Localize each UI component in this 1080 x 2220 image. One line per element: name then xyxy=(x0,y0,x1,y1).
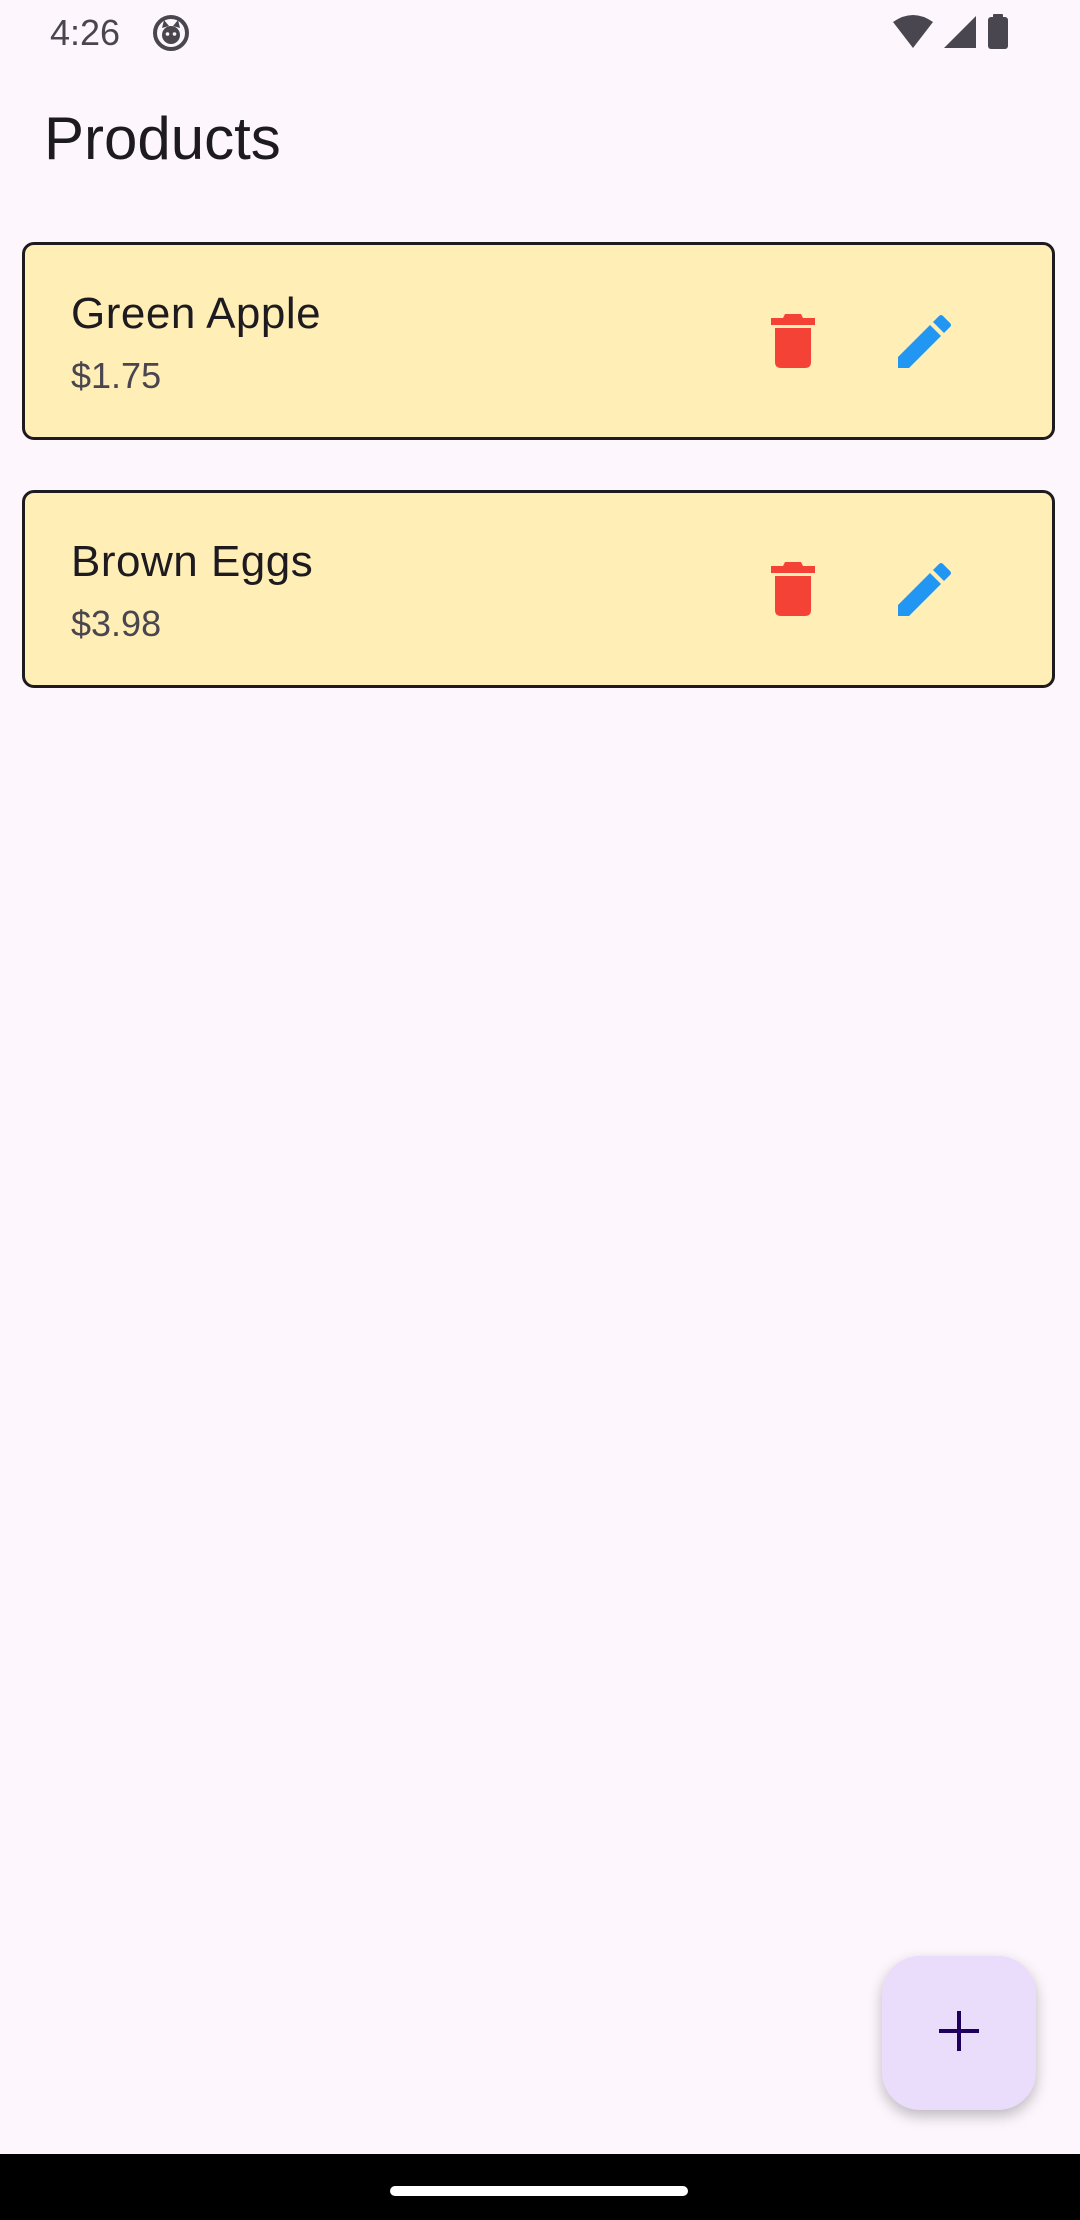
delete-button[interactable] xyxy=(745,543,841,639)
product-name: Brown Eggs xyxy=(71,537,314,586)
notification-app-icon xyxy=(152,14,190,52)
edit-button[interactable] xyxy=(877,295,973,391)
pencil-icon xyxy=(898,562,952,621)
product-name: Green Apple xyxy=(71,289,322,338)
status-time: 4:26 xyxy=(50,12,121,53)
trash-icon xyxy=(770,561,816,621)
status-bar: 4:26 xyxy=(0,0,1080,66)
battery-icon xyxy=(986,14,1010,55)
wifi-icon xyxy=(892,14,934,55)
delete-button[interactable] xyxy=(745,295,841,391)
pencil-icon xyxy=(898,314,952,373)
plus-icon xyxy=(937,2009,981,2058)
page-title: Products xyxy=(44,105,281,172)
trash-icon xyxy=(770,313,816,373)
product-price: $3.98 xyxy=(71,603,162,644)
home-indicator[interactable] xyxy=(390,2186,688,2196)
add-product-button[interactable] xyxy=(882,1956,1036,2110)
edit-button[interactable] xyxy=(877,543,973,639)
product-card[interactable]: Green Apple $1.75 xyxy=(22,242,1055,440)
product-price: $1.75 xyxy=(71,355,162,396)
product-card[interactable]: Brown Eggs $3.98 xyxy=(22,490,1055,688)
cell-signal-icon xyxy=(942,14,978,55)
status-icons xyxy=(892,14,1010,55)
